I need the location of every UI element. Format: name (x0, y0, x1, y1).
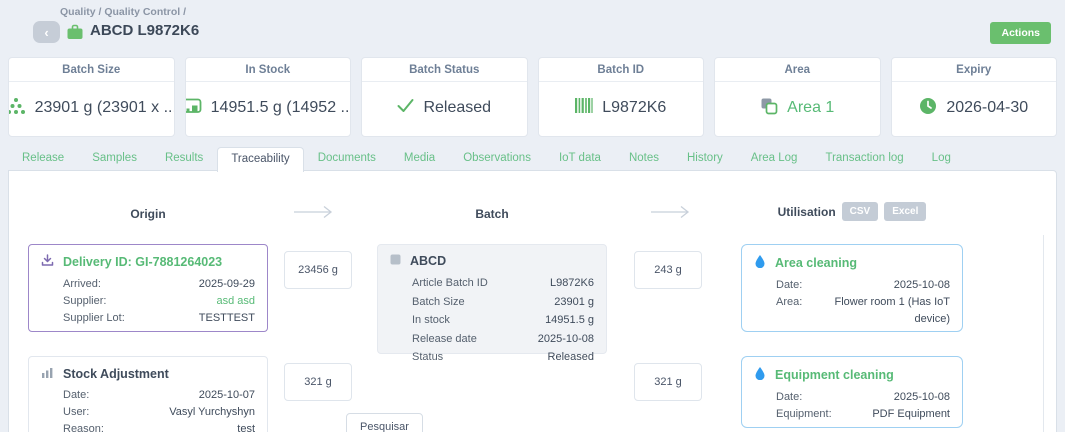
tab-observations[interactable]: Observations (449, 146, 545, 171)
stat-card-batch-size: Batch Size 23901 g (23901 x ... (8, 57, 175, 137)
card-row: Supplier: asd asd (63, 293, 255, 310)
card-row: Date: 2025-10-07 (63, 387, 255, 404)
stat-value-area-link[interactable]: Area 1 (787, 99, 834, 117)
batch-card-title: ABCD (410, 254, 446, 268)
card-row: Batch Size 23901 g (412, 293, 594, 312)
stat-value-batch-status: Released (423, 99, 491, 117)
tab-log[interactable]: Log (918, 146, 965, 171)
card-row: Arrived: 2025-09-29 (63, 276, 255, 293)
chevron-left-icon: ‹ (44, 25, 48, 40)
card-row: Date: 2025-10-08 (776, 389, 950, 406)
stat-label: Area (715, 58, 880, 82)
export-excel-button[interactable]: Excel (884, 202, 926, 221)
utilisation-quantity-box[interactable]: 321 g (634, 363, 702, 401)
stat-card-expiry: Expiry 2026-04-30 (891, 57, 1058, 137)
tab-results[interactable]: Results (151, 146, 217, 171)
card-row: Release date 2025-10-08 (412, 330, 594, 349)
search-button[interactable]: Pesquisar (346, 413, 423, 432)
card-row: Supplier Lot: TESTTEST (63, 310, 255, 327)
delivery-card-title: Delivery ID: GI-7881264023 (63, 255, 222, 269)
check-icon (397, 98, 414, 118)
stat-value-in-stock: 14951.5 g (14952 ... (211, 99, 350, 117)
back-button[interactable]: ‹ (33, 21, 60, 43)
stat-card-batch-id: Batch ID L9872K6 (538, 57, 705, 137)
equipment-cleaning-card-title: Equipment cleaning (775, 368, 894, 382)
stat-label: Batch Size (9, 58, 174, 82)
arrow-right-icon (291, 205, 335, 224)
utilisation-column-header: Utilisation (778, 205, 836, 219)
tab-traceability[interactable]: Traceability (217, 147, 303, 172)
batch-card: ABCD Article Batch ID L9872K6 Batch Size… (377, 244, 607, 354)
stat-label: In Stock (186, 58, 351, 82)
water-drop-icon (754, 366, 766, 383)
export-csv-button[interactable]: CSV (842, 202, 879, 221)
tab-area-log[interactable]: Area Log (737, 146, 812, 171)
actions-button[interactable]: Actions (990, 22, 1051, 44)
tab-transaction-log[interactable]: Transaction log (811, 146, 917, 171)
barcode-icon (575, 98, 593, 118)
utilisation-quantity-box[interactable]: 243 g (634, 251, 702, 289)
utilisation-card-equipment-cleaning[interactable]: Equipment cleaning Date: 2025-10-08 Equi… (741, 356, 963, 428)
arrow-right-icon (648, 205, 692, 224)
stock-adjustment-chart-icon (41, 366, 54, 381)
origin-column-header: Origin (28, 207, 268, 221)
card-row: Area: Flower room 1 (Has IoT device) (776, 294, 950, 328)
tab-documents[interactable]: Documents (304, 146, 390, 171)
tab-samples[interactable]: Samples (78, 146, 151, 171)
stat-value-batch-id: L9872K6 (602, 99, 666, 117)
cluster-icon (9, 97, 26, 120)
tab-iot-data[interactable]: IoT data (545, 146, 615, 171)
card-row: Date: 2025-10-08 (776, 277, 950, 294)
water-drop-icon (754, 254, 766, 271)
vertical-scrollbar-track[interactable] (1043, 235, 1044, 432)
stat-card-in-stock: In Stock 14951.5 g (14952 ... (185, 57, 352, 137)
batch-square-icon (390, 254, 401, 268)
delivery-download-icon (41, 254, 54, 270)
stat-card-area: Area Area 1 (714, 57, 881, 137)
tab-history[interactable]: History (673, 146, 737, 171)
stock-adjustment-card-title: Stock Adjustment (63, 367, 169, 381)
stat-label: Batch Status (362, 58, 527, 82)
tab-bar: Release Samples Results Traceability Doc… (8, 146, 965, 171)
stat-card-batch-status: Batch Status Released (361, 57, 528, 137)
origin-card-stock-adjustment[interactable]: Stock Adjustment Date: 2025-10-07 User: … (28, 356, 268, 432)
page-title: ABCD L9872K6 (90, 22, 199, 39)
stat-label: Expiry (892, 58, 1057, 82)
tab-notes[interactable]: Notes (615, 146, 673, 171)
card-row: Article Batch ID L9872K6 (412, 274, 594, 293)
card-row: User: Vasyl Yurchyshyn (63, 404, 255, 421)
batch-briefcase-icon (66, 24, 84, 45)
traceability-panel: Origin Batch Utilisation CSV Excel Deliv… (8, 170, 1057, 432)
stat-label: Batch ID (539, 58, 704, 82)
stat-value-batch-size: 23901 g (23901 x ... (35, 99, 174, 117)
utilisation-card-area-cleaning[interactable]: Area cleaning Date: 2025-10-08 Area: Flo… (741, 244, 963, 332)
area-cleaning-card-title: Area cleaning (775, 256, 857, 270)
card-row: In stock 14951.5 g (412, 311, 594, 330)
breadcrumb[interactable]: Quality / Quality Control / (60, 6, 186, 18)
origin-quantity-box[interactable]: 321 g (284, 363, 352, 401)
card-row: Equipment: PDF Equipment (776, 406, 950, 423)
area-icon (760, 97, 778, 120)
stat-cards-row: Batch Size 23901 g (23901 x ... In Stock (8, 57, 1057, 137)
card-row: Reason: test (63, 421, 255, 432)
warehouse-icon (186, 97, 202, 119)
card-row: Status Released (412, 348, 594, 367)
tab-release[interactable]: Release (8, 146, 78, 171)
origin-card-delivery[interactable]: Delivery ID: GI-7881264023 Arrived: 2025… (28, 244, 268, 332)
batch-column-header: Batch (377, 207, 607, 221)
origin-quantity-box[interactable]: 23456 g (284, 251, 352, 289)
stat-value-expiry: 2026-04-30 (946, 99, 1028, 117)
tab-media[interactable]: Media (390, 146, 449, 171)
supplier-link[interactable]: asd asd (216, 293, 255, 310)
clock-icon (919, 97, 937, 120)
